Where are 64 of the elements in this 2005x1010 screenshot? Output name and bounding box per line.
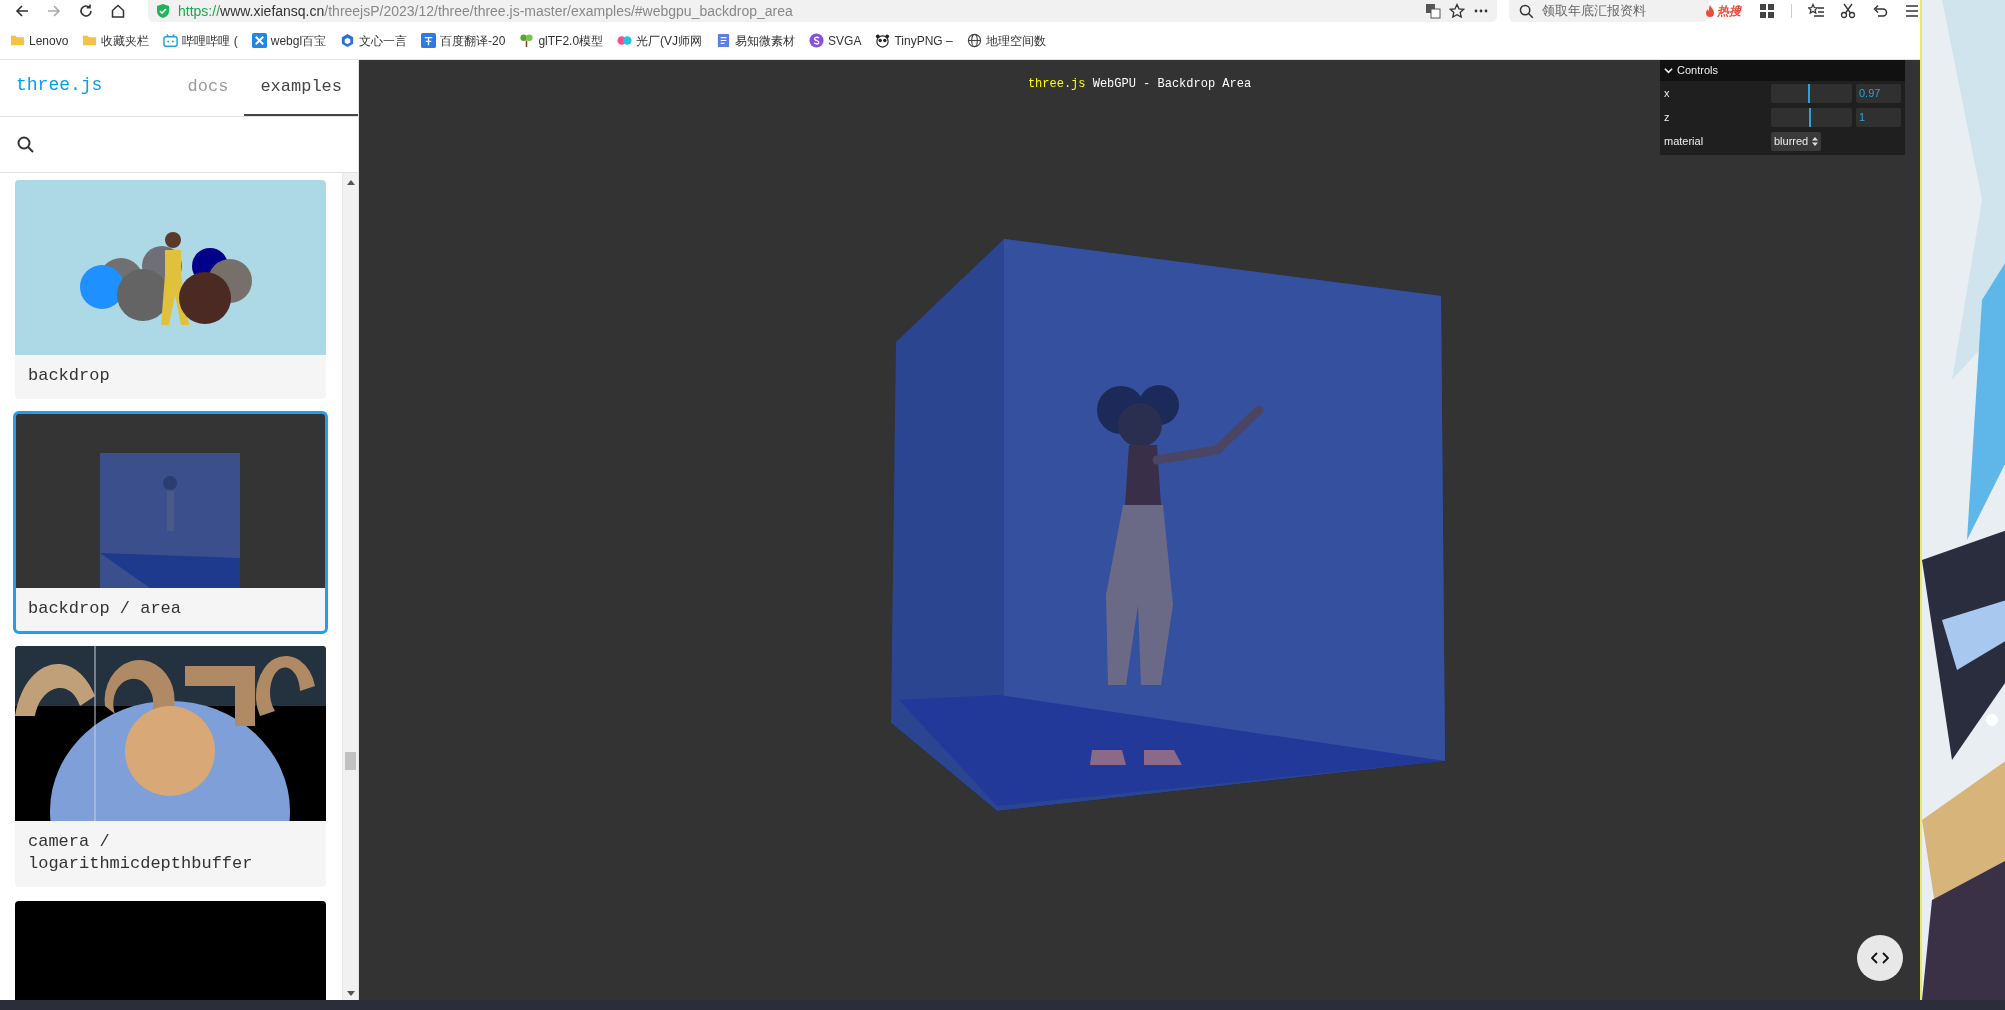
search-field[interactable]: 领取年底汇报资料 [1509, 0, 1709, 22]
bookmark-link[interactable]: 易知微素材 [716, 31, 796, 50]
scrollbar-thumb[interactable] [345, 752, 357, 770]
control-label: material [1664, 133, 1705, 149]
back-icon[interactable] [14, 3, 30, 19]
example-title: camera / logarithmicdepthbuffer [27, 831, 254, 875]
url-text: https://www.xiefansq.cn/threejsP/2023/12/three/three.js-master/examples/#webgpu_backdrop_area [178, 1, 793, 21]
star-icon[interactable] [1449, 3, 1465, 19]
bookmark-link[interactable]: glTF2.0模型 [519, 31, 604, 50]
bookmark-link[interactable]: 光厂(VJ师网 [617, 31, 703, 50]
scroll-down-icon[interactable] [347, 991, 356, 996]
folder-icon [82, 33, 98, 48]
scrollbar[interactable] [342, 173, 358, 1000]
hexagon-icon [340, 33, 356, 48]
example-title: backdrop [27, 365, 111, 387]
viewport-title: three.js WebGPU - Backdrop Area [1027, 76, 1252, 93]
example-title: backdrop / area [27, 598, 183, 620]
bookmark-link[interactable]: SVGA [809, 31, 862, 50]
tv-icon [163, 33, 179, 48]
menu-icon[interactable] [1904, 3, 1920, 19]
panda-icon [875, 33, 891, 48]
tree-icon [519, 33, 535, 48]
home-icon[interactable] [110, 3, 126, 19]
sort-arrows-icon [1812, 136, 1819, 146]
search-input[interactable]: 领取年底汇报资料 [1542, 1, 1699, 21]
scissors-icon[interactable] [1840, 3, 1856, 19]
bookmark-link[interactable]: 哔哩哔哩 ( [163, 31, 238, 50]
scroll-up-icon[interactable] [347, 180, 356, 185]
code-icon [1871, 952, 1889, 964]
apps-grid-icon[interactable] [1759, 3, 1775, 19]
control-label: x [1664, 85, 1671, 101]
undo-icon[interactable] [1872, 3, 1888, 19]
bookmark-link[interactable]: 文心一言 [340, 31, 408, 50]
reload-icon[interactable] [78, 3, 94, 19]
bookmark-link[interactable]: 收藏夹栏 [82, 31, 150, 50]
slider-thumb[interactable] [1809, 107, 1812, 127]
globe-icon [966, 33, 982, 48]
circle-s-icon [809, 33, 825, 48]
bookmark-link[interactable]: 地理空间数 [966, 31, 1046, 50]
material-dropdown[interactable]: blurred [1771, 131, 1822, 151]
address-bar[interactable]: https://www.xiefansq.cn/threejsP/2023/12/three/three.js-master/examples/#webgpu_backdrop_area [148, 0, 1497, 22]
shield-icon [156, 3, 170, 19]
bookmark-link[interactable]: webgl百宝 [251, 31, 327, 50]
circles-icon [617, 33, 633, 48]
value-field[interactable]: 1 [1856, 107, 1901, 127]
bookmark-link[interactable]: 百度翻译-20 [421, 31, 506, 50]
control-label: z [1664, 109, 1671, 125]
example-card[interactable]: backdrop / area [15, 413, 326, 632]
example-card[interactable]: backdrop [15, 180, 326, 399]
panel-header[interactable]: Controls [1660, 60, 1905, 81]
slider-track[interactable] [1771, 83, 1852, 103]
slider-thumb[interactable] [1808, 83, 1811, 103]
bookmark-link[interactable]: Lenovo [10, 31, 69, 50]
favorites-list-icon[interactable] [1808, 3, 1824, 19]
slider-track[interactable] [1771, 107, 1852, 127]
search-icon [16, 134, 36, 155]
cross-tile-icon [251, 33, 267, 48]
value-field[interactable]: 0.97 [1856, 83, 1901, 103]
document-icon [716, 33, 732, 48]
folder-icon [10, 33, 25, 48]
bookmark-link[interactable]: TinyPNG – [875, 31, 953, 50]
search-icon [1519, 3, 1534, 19]
tile-icon [421, 33, 437, 48]
example-card[interactable]: camera / logarithmicdepthbuffer [15, 646, 326, 887]
